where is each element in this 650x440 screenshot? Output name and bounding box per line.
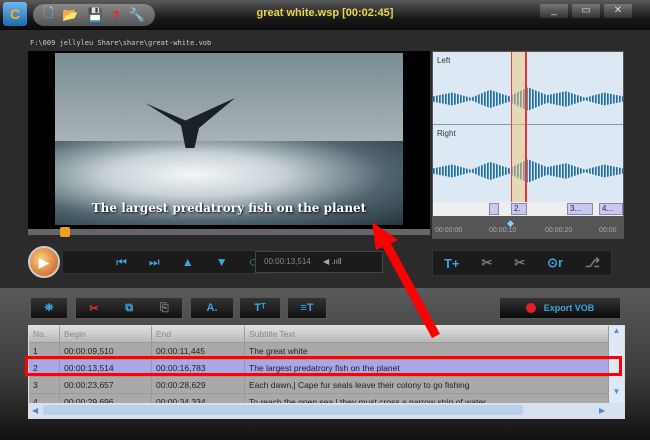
up-icon[interactable]: ▲ xyxy=(182,255,194,269)
maximize-button[interactable]: ▭ xyxy=(572,4,600,18)
row-highlight-annotation xyxy=(25,356,622,376)
text-style-button[interactable]: Tᵀ xyxy=(239,297,281,319)
video-frame xyxy=(55,53,403,225)
right-channel-label: Right xyxy=(437,129,456,138)
add-subtitle-icon[interactable]: T+ xyxy=(444,256,460,271)
header-no[interactable]: No. xyxy=(29,326,60,342)
play-button[interactable]: ▶ xyxy=(28,246,60,278)
header-end[interactable]: End xyxy=(152,326,245,342)
find-button[interactable]: ⛯ xyxy=(30,297,68,319)
playhead-marker-icon[interactable]: ◆ xyxy=(507,218,514,229)
left-waveform xyxy=(433,87,623,111)
ruler-label: 00:00:00 xyxy=(435,227,463,234)
previous-icon[interactable]: ⏮ xyxy=(116,255,127,270)
split-end-icon[interactable]: ✂ xyxy=(514,255,525,271)
header-text[interactable]: Subtitle Text xyxy=(245,326,609,342)
subtitle-overlay: The largest predatrory fish on the plane… xyxy=(91,201,367,215)
subtitle-tools: T+ ✂ ✂ ⊙r ⎇ xyxy=(432,250,612,276)
seek-handle[interactable] xyxy=(60,227,70,237)
clipboard-group: ✂ ⧉ ⎘ xyxy=(75,297,183,319)
merge-icon[interactable]: ⎇ xyxy=(585,255,600,271)
cut-icon[interactable]: ✂ xyxy=(89,302,98,315)
font-icon: A. xyxy=(206,302,218,314)
paste-icon[interactable]: ⎘ xyxy=(160,302,169,315)
ruler-label: 00:00:20 xyxy=(545,227,573,234)
scroll-thumb[interactable] xyxy=(43,405,523,415)
volume-icon[interactable]: ◀ .ııll xyxy=(323,257,342,266)
export-label: Export VOB xyxy=(543,303,595,313)
font-button[interactable]: A. xyxy=(190,297,234,319)
cell-end: 00:00:28,629 xyxy=(152,377,245,393)
align-button[interactable]: ≡T xyxy=(287,297,327,319)
binoculars-icon: ⛯ xyxy=(44,301,54,314)
waveform-panel[interactable]: Left Right 2. 3... 4... 00:00:00 00:00:1… xyxy=(432,51,624,239)
channel-divider xyxy=(433,124,623,125)
table-row[interactable]: 3 00:00:23,657 00:00:28,629 Each dawn,| … xyxy=(29,377,609,394)
table-header: No. Begin End Subtitle Text xyxy=(29,326,609,343)
cell-text: Each dawn,| Cape fur seals leave their c… xyxy=(245,377,609,393)
current-time: 00:00:13,514 xyxy=(264,257,311,266)
scroll-left-icon[interactable]: ◀ xyxy=(32,406,38,415)
transport-buttons: ⏮ ⏭ ▲ ▼ ⬭ xyxy=(62,250,272,274)
cell-begin: 00:00:23,657 xyxy=(60,377,152,393)
copy-icon[interactable]: ⧉ xyxy=(125,302,133,315)
align-icon: ≡T xyxy=(300,302,314,314)
right-waveform xyxy=(433,159,623,183)
minimize-button[interactable]: _ xyxy=(540,4,568,18)
close-button[interactable]: ✕ xyxy=(604,4,632,18)
split-start-icon[interactable]: ✂ xyxy=(481,255,492,271)
next-icon[interactable]: ⏭ xyxy=(149,255,160,270)
header-begin[interactable]: Begin xyxy=(60,326,152,342)
text-style-icon: Tᵀ xyxy=(254,302,266,314)
segment-4[interactable]: 4... xyxy=(599,203,623,215)
ruler-label: 00:00 xyxy=(599,227,617,234)
record-icon xyxy=(525,303,536,313)
sky xyxy=(55,53,403,143)
scroll-up-icon[interactable]: ▲ xyxy=(609,326,624,335)
down-icon[interactable]: ▼ xyxy=(216,255,228,269)
horizontal-scrollbar[interactable]: ◀ ▶ xyxy=(29,403,624,418)
playback-controls: ⏮ ⏭ ▲ ▼ ⬭ ▶ 00:00:13,514 ◀ .ııll xyxy=(22,244,422,280)
file-path: F:\009 jellyleu Share\share\great-white.… xyxy=(30,39,212,47)
export-vob-button[interactable]: Export VOB xyxy=(499,297,621,319)
timing-icon[interactable]: ⊙r xyxy=(547,255,563,271)
segment-2[interactable]: 2. xyxy=(511,203,527,215)
scroll-down-icon[interactable]: ▼ xyxy=(609,387,624,396)
segment-1[interactable] xyxy=(489,203,499,215)
left-channel-label: Left xyxy=(437,56,451,65)
video-preview[interactable]: The largest predatrory fish on the plane… xyxy=(28,51,430,229)
scroll-right-icon[interactable]: ▶ xyxy=(599,406,605,415)
subtitle-segments: 2. 3... 4... xyxy=(433,202,623,216)
selection-region[interactable] xyxy=(511,52,527,202)
time-display: 00:00:13,514 ◀ .ııll xyxy=(255,251,383,273)
segment-3[interactable]: 3... xyxy=(567,203,593,215)
time-ruler[interactable]: 00:00:00 00:00:10 00:00:20 00:00 ◆ xyxy=(433,216,623,238)
cell-no: 3 xyxy=(29,377,60,393)
seek-bar[interactable] xyxy=(28,229,430,235)
